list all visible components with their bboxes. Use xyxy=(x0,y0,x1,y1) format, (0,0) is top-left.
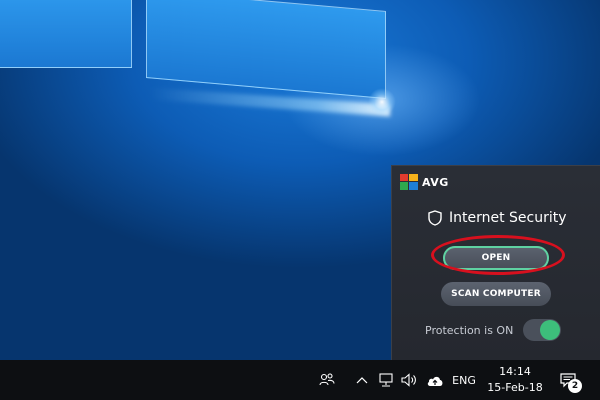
volume-icon xyxy=(401,373,416,387)
cloud-upload-icon xyxy=(427,376,443,386)
chevron-up-icon xyxy=(356,377,368,384)
volume-button[interactable] xyxy=(400,360,420,400)
wallpaper-window-pane xyxy=(146,0,386,99)
people-button[interactable] xyxy=(316,360,338,400)
protection-status-row: Protection is ON xyxy=(425,319,562,341)
avg-brand: AVG xyxy=(400,174,449,190)
protection-toggle[interactable] xyxy=(523,319,562,341)
taskbar: ENG 14:14 15-Feb-18 2 xyxy=(0,360,600,400)
wallpaper-window-pane xyxy=(0,0,132,68)
protection-status-label: Protection is ON xyxy=(425,323,514,337)
network-icon xyxy=(379,373,393,387)
input-language[interactable]: ENG xyxy=(450,360,478,400)
network-button[interactable] xyxy=(376,360,396,400)
clock-time: 14:14 xyxy=(499,365,531,378)
cloud-sync-button[interactable] xyxy=(424,360,446,400)
brand-name: AVG xyxy=(422,175,449,189)
annotation-highlight-ellipse xyxy=(431,235,565,275)
people-icon xyxy=(319,373,335,386)
product-title-row: Internet Security xyxy=(428,210,567,226)
show-hidden-icons-button[interactable] xyxy=(354,360,370,400)
avg-logo-icon xyxy=(400,174,418,190)
product-title: Internet Security xyxy=(449,210,567,226)
toggle-knob xyxy=(540,320,561,340)
scan-computer-button[interactable]: SCAN COMPUTER xyxy=(441,282,551,306)
clock-date: 15-Feb-18 xyxy=(487,381,543,394)
shield-icon xyxy=(428,210,442,226)
system-clock[interactable]: 14:14 15-Feb-18 xyxy=(482,364,548,396)
wallpaper-light-glow xyxy=(368,88,396,116)
notification-count-badge: 2 xyxy=(568,379,582,393)
